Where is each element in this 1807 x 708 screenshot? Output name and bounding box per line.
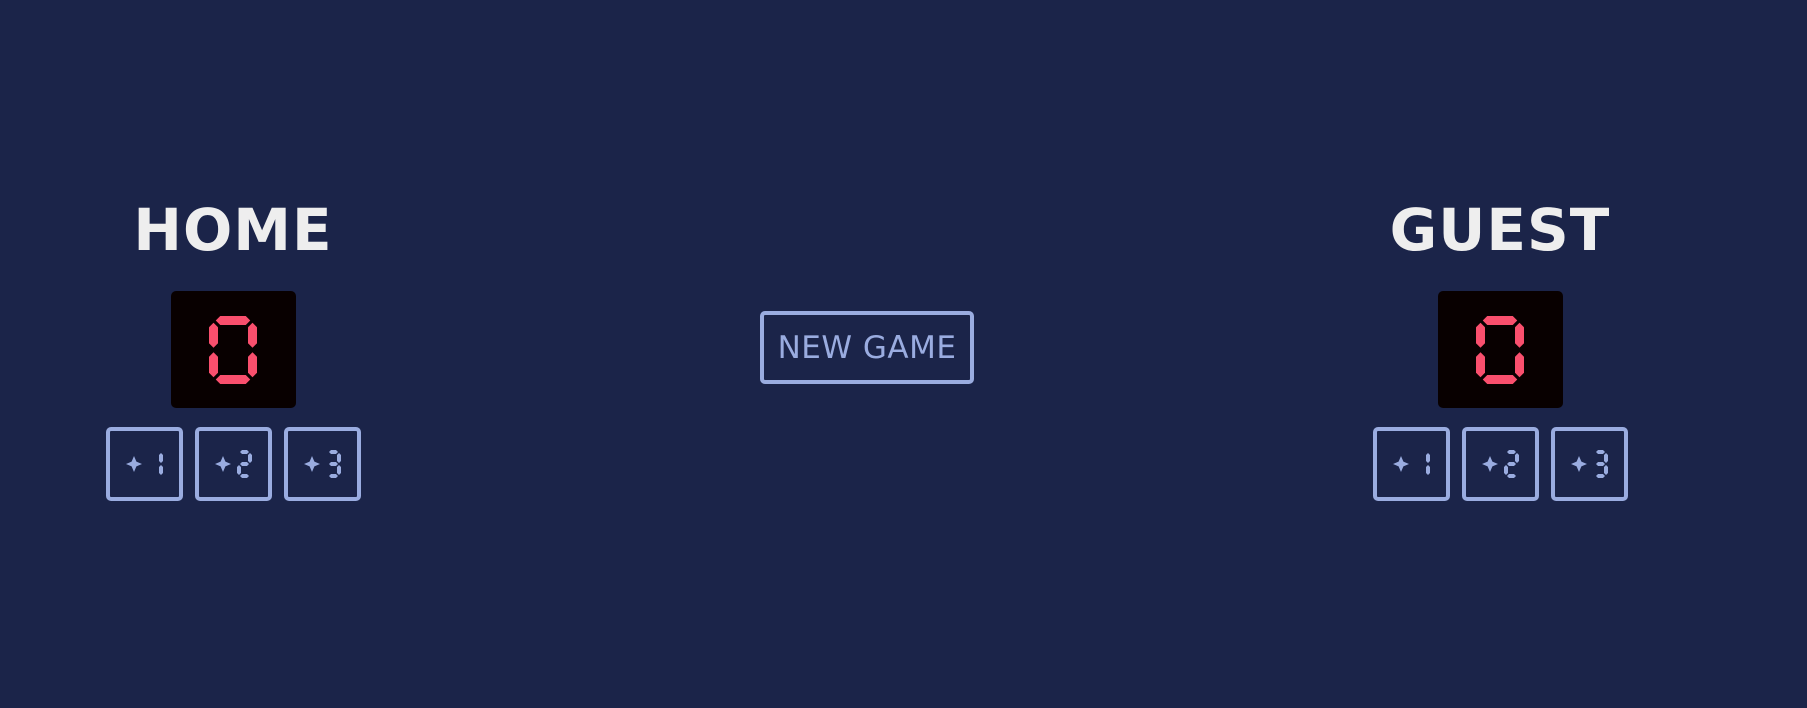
guest-add-3-label: +3 bbox=[1570, 450, 1608, 478]
home-team-name: HOME bbox=[133, 196, 333, 264]
guest-team-name: GUEST bbox=[1389, 196, 1611, 264]
home-score-value: 0 bbox=[209, 315, 257, 384]
guest-add-3-button[interactable]: +3 bbox=[1550, 427, 1628, 501]
home-add-1-label: +1 bbox=[125, 450, 163, 478]
home-team-panel: HOME 0 +1 +2 +3 bbox=[98, 195, 368, 501]
guest-team-panel: GUEST 0 +1 +2 +3 bbox=[1365, 195, 1635, 501]
home-add-1-button[interactable]: +1 bbox=[105, 427, 183, 501]
home-add-2-button[interactable]: +2 bbox=[194, 427, 272, 501]
home-score-display: 0 bbox=[170, 291, 296, 408]
guest-add-1-button[interactable]: +1 bbox=[1372, 427, 1450, 501]
home-add-3-label: +3 bbox=[303, 450, 341, 478]
guest-score-buttons: +1 +2 +3 bbox=[1372, 427, 1628, 501]
guest-score-value: 0 bbox=[1476, 315, 1524, 384]
home-add-3-button[interactable]: +3 bbox=[283, 427, 361, 501]
home-add-2-label: +2 bbox=[214, 450, 252, 478]
guest-add-2-label: +2 bbox=[1481, 450, 1519, 478]
guest-add-1-label: +1 bbox=[1392, 450, 1430, 478]
new-game-button[interactable]: NEW GAME bbox=[760, 311, 974, 384]
guest-add-2-button[interactable]: +2 bbox=[1461, 427, 1539, 501]
guest-score-display: 0 bbox=[1437, 291, 1563, 408]
home-score-buttons: +1 +2 +3 bbox=[105, 427, 361, 501]
